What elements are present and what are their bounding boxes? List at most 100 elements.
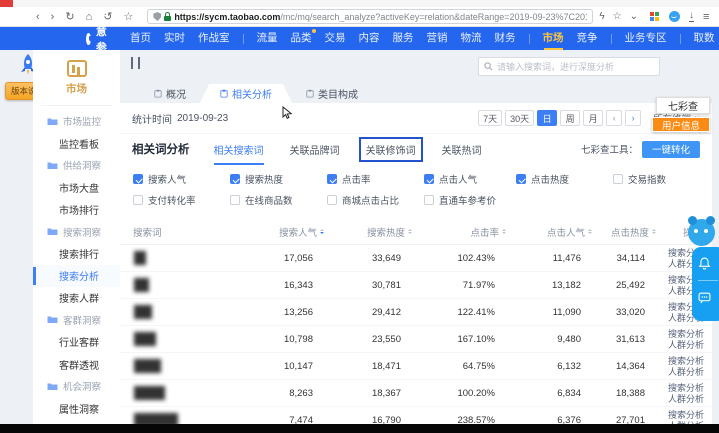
table-row: 10,798 23,550 167.10% 9,480 31,613 搜索分析人…	[120, 326, 712, 353]
nav-item-finance[interactable]: 财务	[495, 27, 516, 50]
crowd-analysis-link[interactable]: 人群分析	[668, 367, 704, 377]
nav-separator	[529, 34, 530, 44]
sort-icon[interactable]	[502, 227, 506, 236]
bell-icon[interactable]	[698, 257, 711, 270]
cell-click-heat: 31,613	[602, 334, 666, 345]
sidebar-item-market-ranking[interactable]: 市场排行	[33, 198, 120, 220]
search-analysis-link[interactable]: 搜索分析	[668, 329, 704, 339]
sort-icon[interactable]	[588, 227, 592, 236]
sidebar-item-monitor-board[interactable]: 监控看板	[33, 132, 120, 154]
drag-grip-icon[interactable]	[131, 57, 140, 69]
header-click-rate[interactable]: 点击率	[422, 225, 516, 239]
range-30d-button[interactable]: 30天	[505, 110, 534, 126]
header-click-heat[interactable]: 点击热度	[602, 225, 666, 239]
sort-icon[interactable]	[320, 227, 324, 236]
chat-icon[interactable]	[698, 291, 711, 304]
sort-icon[interactable]	[408, 227, 412, 236]
star-icon[interactable]: ☆	[613, 11, 622, 22]
sidebar-item-attribute-insight[interactable]: 属性洞察	[33, 397, 120, 419]
screen: ‹ › ↻ ⌂ ↺ ☆ https://sycm.taobao.com /mc/…	[0, 0, 719, 433]
next-date-button[interactable]: ›	[625, 110, 641, 126]
nav-item-category[interactable]: 品类	[291, 27, 312, 50]
checkbox-icon	[230, 195, 240, 205]
sort-icon[interactable]	[652, 227, 656, 236]
qicaicha-float-button[interactable]: 七彩查	[656, 97, 710, 114]
wordtab-modifier-words[interactable]: 关联修饰词	[359, 137, 423, 162]
metric-search-heat[interactable]: 搜索热度	[230, 172, 327, 186]
nav-item-competition[interactable]: 竞争	[577, 27, 598, 50]
grid-extension-icon[interactable]	[650, 12, 660, 22]
back-icon[interactable]: ‹	[36, 8, 40, 26]
face-extension-icon[interactable]	[669, 11, 680, 22]
header-click-popularity[interactable]: 点击人气	[516, 225, 602, 239]
stat-date-value[interactable]: 2019-09-23	[177, 113, 228, 124]
tab-overview[interactable]: 概况	[140, 84, 200, 103]
checkbox-icon	[230, 174, 240, 184]
metric-ztc-ref-price[interactable]: 直通车参考价	[424, 193, 516, 207]
wordtab-brand-words[interactable]: 关联品牌词	[290, 142, 340, 157]
censored-keyword	[134, 251, 146, 265]
metric-online-products[interactable]: 在线商品数	[230, 193, 327, 207]
nav-item-data-fetch[interactable]: 取数	[694, 27, 715, 50]
nav-item-business-zone[interactable]: 业务专区	[625, 27, 667, 50]
crowd-analysis-link[interactable]: 人群分析	[668, 340, 704, 350]
nav-item-logistics[interactable]: 物流	[461, 27, 482, 50]
range-week-button[interactable]: 周	[560, 110, 580, 126]
search-analysis-link[interactable]: 搜索分析	[668, 383, 704, 393]
prev-date-button[interactable]: ‹	[606, 110, 622, 126]
one-click-convert-button[interactable]: 一键转化	[642, 141, 700, 158]
tab-relation-analysis[interactable]: 相关分析	[200, 84, 292, 103]
app-navbar: 生意参谋 首页 实时 作战室 流量 品类 交易 内容 服务 营销 物流 财务 市…	[0, 27, 719, 50]
nav-item-service[interactable]: 服务	[393, 27, 414, 50]
metric-mall-click-share[interactable]: 商城点击占比	[327, 193, 424, 207]
nav-item-home[interactable]: 首页	[130, 27, 151, 50]
wordtab-hot-words[interactable]: 关联热词	[442, 142, 482, 157]
range-month-button[interactable]: 月	[583, 110, 603, 126]
range-day-button[interactable]: 日	[537, 110, 557, 126]
search-analysis-link[interactable]: 搜索分析	[668, 356, 704, 366]
metric-click-popularity[interactable]: 点击人气	[424, 172, 516, 186]
sidebar-item-search-analysis[interactable]: 搜索分析	[33, 265, 120, 287]
sidebar-item-search-ranking[interactable]: 搜索排行	[33, 243, 120, 265]
tab-category-composition[interactable]: 类目构成	[292, 84, 372, 103]
nav-item-traffic[interactable]: 流量	[257, 27, 278, 50]
user-info-float-button[interactable]: 用户信息	[652, 117, 710, 132]
download-icon[interactable]: ↓	[689, 11, 694, 22]
sidebar-item-search-crowd[interactable]: 搜索人群	[33, 287, 120, 309]
crowd-analysis-link[interactable]: 人群分析	[668, 394, 704, 404]
forward-icon[interactable]: ›	[51, 8, 55, 26]
header-search-popularity[interactable]: 搜索人气	[248, 225, 334, 239]
menu-icon[interactable]: ≡	[703, 11, 709, 23]
nav-item-marketing[interactable]: 营销	[427, 27, 448, 50]
wordtab-related-search[interactable]: 相关搜索词	[214, 142, 264, 157]
plugin-icon[interactable]: ϟ	[599, 11, 604, 22]
nav-item-realtime[interactable]: 实时	[164, 27, 185, 50]
range-7d-button[interactable]: 7天	[478, 110, 502, 126]
metric-click-rate[interactable]: 点击率	[327, 172, 424, 186]
metric-trade-index[interactable]: 交易指数	[613, 172, 712, 186]
reload-icon[interactable]: ↻	[65, 8, 74, 26]
metric-click-heat[interactable]: 点击热度	[516, 172, 613, 186]
header-search-heat[interactable]: 搜索热度	[334, 225, 422, 239]
search-analysis-link[interactable]: 搜索分析	[668, 410, 704, 420]
nav-item-warroom[interactable]: 作战室	[198, 27, 230, 50]
chevron-down-icon[interactable]: ⌄	[630, 11, 638, 22]
keyword-search-box[interactable]	[478, 57, 660, 76]
metric-search-popularity[interactable]: 搜索人气	[133, 172, 230, 186]
cell-click-rate: 122.41%	[422, 307, 516, 318]
nav-item-content[interactable]: 内容	[359, 27, 380, 50]
nav-item-trade[interactable]: 交易	[325, 27, 346, 50]
metric-pay-conversion[interactable]: 支付转化率	[133, 193, 230, 207]
sidebar-group-customer-insight: 客群洞察	[33, 309, 120, 331]
assistant-mascot[interactable]	[688, 219, 715, 246]
sidebar-item-industry-customers[interactable]: 行业客群	[33, 331, 120, 353]
checkbox-icon	[133, 174, 143, 184]
address-bar[interactable]: https://sycm.taobao.com /mc/mq/search_an…	[147, 9, 593, 24]
search-input[interactable]	[497, 62, 654, 72]
sidebar-item-customer-perspective[interactable]: 客群透视	[33, 353, 120, 375]
cell-click-heat: 18,388	[602, 388, 666, 399]
nav-item-market-active[interactable]: 市场	[543, 27, 564, 50]
bookmark-icon[interactable]: ☆	[123, 8, 133, 26]
shield-icon	[153, 12, 161, 21]
sidebar-item-market-overview[interactable]: 市场大盘	[33, 176, 120, 198]
